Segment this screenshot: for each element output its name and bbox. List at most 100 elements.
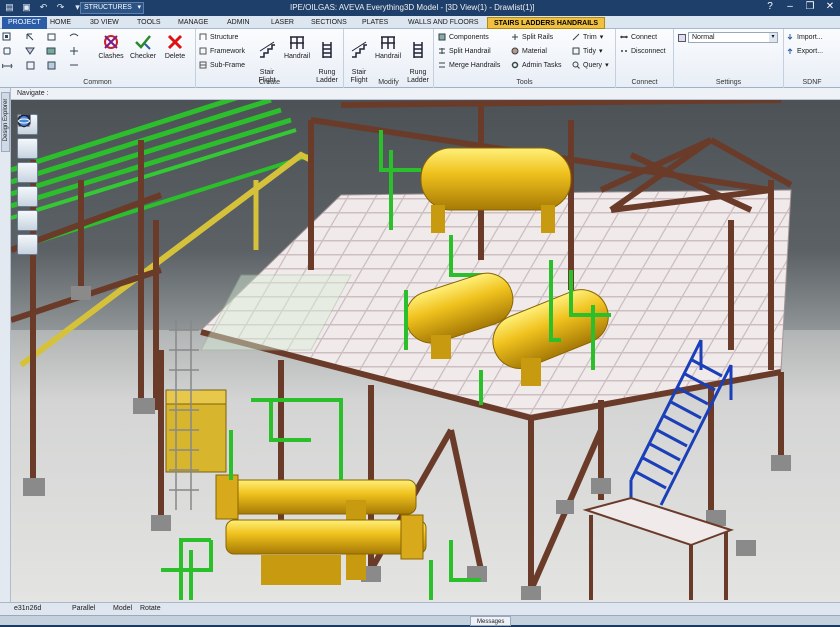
group-label-common: Common — [83, 79, 112, 86]
ribbon-group-sdnf: Import... Export... SDNF — [784, 29, 840, 88]
view-box-button[interactable] — [17, 114, 38, 183]
module-selector[interactable]: STRUCTURES ▾ — [80, 2, 144, 14]
tab-tools[interactable]: TOOLS — [131, 17, 167, 29]
framework-button[interactable]: Framework — [199, 47, 245, 55]
material-icon — [511, 47, 519, 55]
framework-label: Framework — [210, 47, 246, 55]
chevron-down-icon: ▾ — [769, 33, 777, 42]
modify-handrail-icon — [381, 36, 395, 49]
ribbon-group-connect: Connect Disconnect Connect — [616, 29, 674, 88]
split-rails-label: Split Rails — [522, 33, 554, 41]
ribbon-group-modify: Stair Flight Handrail Rung Ladder Modify — [344, 29, 434, 88]
tab-project[interactable]: PROJECT — [2, 17, 47, 29]
delete-button[interactable]: Delete — [160, 33, 190, 61]
checker-label: Checker — [129, 53, 157, 60]
modify-rung-ladder-button[interactable]: Rung Ladder — [403, 33, 433, 85]
admin-tasks-label: Admin Tasks — [522, 61, 562, 69]
view-cube-button[interactable] — [17, 114, 38, 159]
save-icon[interactable]: ▣ — [21, 2, 32, 13]
tab-admin[interactable]: ADMIN — [221, 17, 256, 29]
import-icon — [787, 34, 793, 40]
merge-handrails-icon — [439, 62, 445, 68]
merge-handrails-button[interactable]: Merge Handrails — [438, 61, 500, 69]
connect-label: Connect — [631, 33, 658, 41]
clashes-icon — [104, 35, 118, 49]
tab-3d-view[interactable]: 3D VIEW — [84, 17, 125, 29]
checker-button[interactable]: Checker — [128, 33, 158, 61]
admin-tasks-button[interactable]: Admin Tasks — [511, 61, 562, 69]
structure-button[interactable]: Structure — [199, 33, 238, 41]
components-button[interactable]: Components — [438, 33, 489, 41]
tab-manage[interactable]: MANAGE — [172, 17, 214, 29]
title-bar: ▤ ▣ ↶ ↷ ▾ STRUCTURES ▾ IPE/OILGAS: AVEVA… — [0, 0, 840, 16]
side-dock: Design Explorer — [0, 88, 11, 608]
tab-laser[interactable]: LASER — [265, 17, 300, 29]
minimize-icon[interactable]: – — [784, 1, 796, 12]
structure-label: Structure — [210, 33, 239, 41]
disconnect-button[interactable]: Disconnect — [620, 47, 666, 55]
modify-stair-flight-button[interactable]: Stair Flight — [344, 33, 374, 85]
create-handrail-button[interactable]: Handrail — [282, 33, 312, 61]
status-action[interactable]: Rotate — [140, 603, 161, 615]
3d-viewport[interactable] — [11, 100, 840, 602]
module-selector-value: STRUCTURES — [84, 4, 132, 11]
design-explorer-tab[interactable]: Design Explorer — [1, 92, 10, 152]
framework-icon — [199, 47, 207, 55]
status-mode[interactable]: Model — [113, 603, 132, 615]
handrail-icon — [290, 36, 304, 49]
chevron-down-icon: ▾ — [598, 48, 603, 55]
settings-mode-select[interactable]: Normal ▾ — [688, 32, 778, 43]
clashes-button[interactable]: Clashes — [96, 33, 126, 61]
group-label-tools: Tools — [516, 79, 533, 86]
redo-icon[interactable]: ↷ — [55, 2, 66, 13]
ribbon: Clashes Checker Delete Common Structure … — [0, 29, 840, 88]
tab-plates[interactable]: PLATES — [356, 17, 394, 29]
view-walk-button[interactable] — [17, 115, 38, 207]
group-label-create: Create — [258, 79, 280, 86]
checker-icon — [135, 35, 151, 50]
tab-home[interactable]: HOME — [44, 17, 77, 29]
connect-button[interactable]: Connect — [620, 33, 657, 41]
status-projection[interactable]: Parallel — [72, 603, 95, 615]
open-icon[interactable]: ▤ — [4, 2, 15, 13]
split-rails-button[interactable]: Split Rails — [511, 33, 553, 41]
sdnf-import-button[interactable]: Import... — [786, 33, 823, 41]
modify-stair-flight-icon — [351, 41, 367, 58]
plant-model-render[interactable] — [11, 100, 840, 602]
status-coordinate: e31n26d — [14, 605, 42, 612]
navigate-bar[interactable]: Navigate : — [11, 88, 840, 100]
subframe-button[interactable]: Sub-Frame — [199, 61, 245, 69]
split-rails-icon — [512, 34, 518, 40]
modify-handrail-button[interactable]: Handrail — [373, 33, 403, 61]
stair-flight-icon — [259, 41, 275, 58]
tab-sections[interactable]: SECTIONS — [305, 17, 353, 29]
merge-handrails-label: Merge Handrails — [449, 61, 501, 69]
tidy-label: Tidy — [583, 47, 596, 55]
view-section-button[interactable] — [17, 116, 38, 231]
create-stair-flight-button[interactable]: Stair Flight — [252, 33, 282, 85]
rung-ladder-icon — [322, 42, 332, 58]
restore-icon[interactable]: ❐ — [804, 1, 816, 12]
modify-rung-ladder-icon — [413, 42, 423, 58]
common-small-icons[interactable] — [2, 32, 88, 72]
tab-walls-and-floors[interactable]: WALLS AND FLOORS — [402, 17, 485, 29]
view-sphere-button[interactable] — [17, 115, 38, 255]
create-handrail-label: Handrail — [283, 53, 311, 60]
tab-stairs-ladders-handrails[interactable]: STAIRS LADDERS HANDRAILS — [487, 17, 606, 29]
query-label: Query — [583, 61, 603, 69]
close-icon[interactable]: ✕ — [824, 1, 836, 12]
undo-icon[interactable]: ↶ — [38, 2, 49, 13]
sphere-icon — [18, 115, 30, 127]
material-button[interactable]: Material — [511, 47, 547, 55]
help-icon[interactable]: ? — [764, 1, 776, 12]
trim-button[interactable]: Trim ▾ — [572, 33, 603, 41]
create-rung-ladder-button[interactable]: Rung Ladder — [312, 33, 342, 85]
tidy-icon — [572, 47, 580, 55]
split-handrail-button[interactable]: Split Handrail — [438, 47, 491, 55]
query-button[interactable]: Query ▾ — [572, 61, 609, 69]
group-label-settings: Settings — [715, 79, 742, 86]
sdnf-export-button[interactable]: Export... — [786, 47, 823, 55]
material-label: Material — [522, 47, 547, 55]
view-toolbar — [17, 114, 39, 258]
tidy-button[interactable]: Tidy ▾ — [572, 47, 602, 55]
